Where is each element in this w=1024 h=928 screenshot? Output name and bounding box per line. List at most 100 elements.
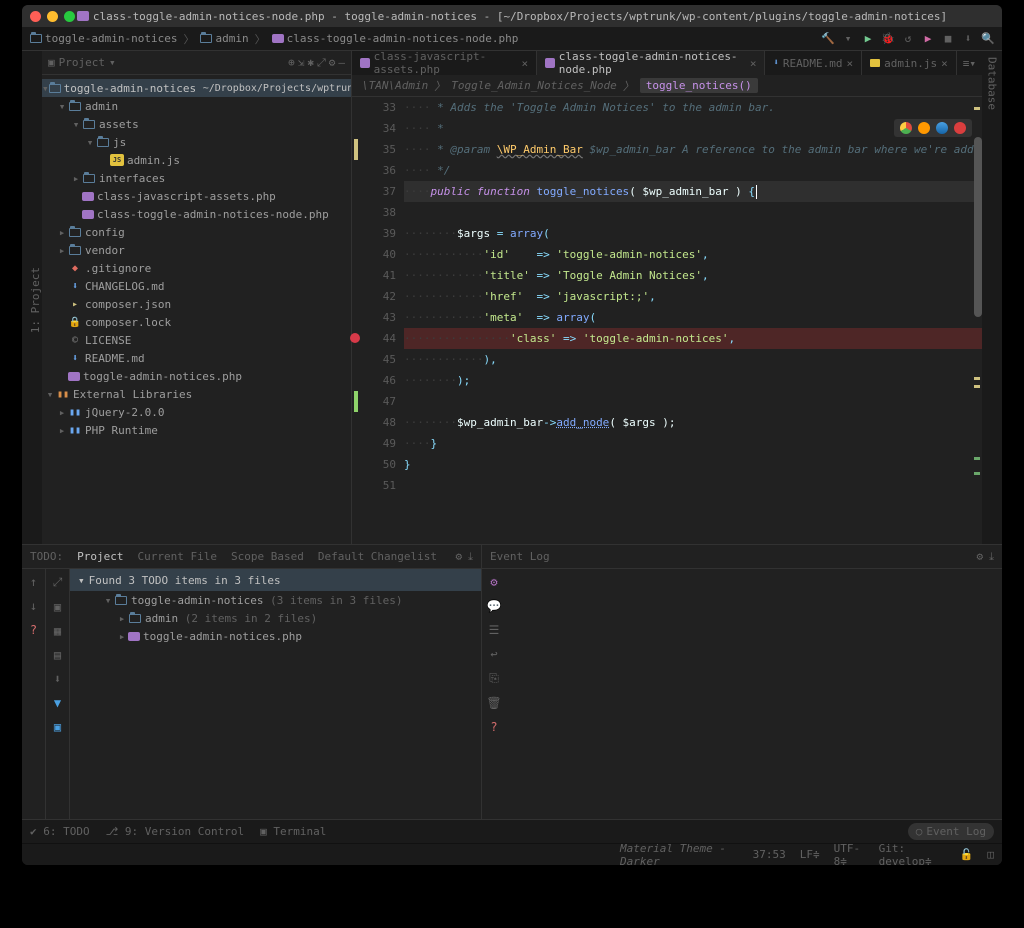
lock-icon[interactable]: 🔓 (960, 848, 974, 861)
tree-root[interactable]: ▾toggle-admin-notices ~/Dropbox/Projects… (42, 79, 351, 97)
tool-project[interactable]: 1: Project (29, 267, 42, 333)
code-content[interactable]: ···· * Adds the 'Toggle Admin Notices' t… (404, 97, 982, 544)
todo-tab-current[interactable]: Current File (137, 550, 216, 563)
firefox-icon[interactable] (918, 122, 930, 134)
config-select[interactable]: ▾ (840, 31, 856, 47)
tree-folder[interactable]: ▸vendor (42, 241, 351, 259)
preview-icon[interactable]: ▤ (54, 648, 61, 662)
close-icon[interactable]: × (750, 57, 757, 70)
gear-icon[interactable]: ⚙ (329, 56, 336, 70)
help-icon[interactable]: ? (490, 720, 497, 734)
tab-vcs[interactable]: ⎇ 9: Version Control (106, 825, 245, 838)
tree-file[interactable]: ◆.gitignore (42, 259, 351, 277)
maximize-window-button[interactable] (64, 11, 75, 22)
tree-file[interactable]: ▸composer.json (42, 295, 351, 313)
todo-tab-changelist[interactable]: Default Changelist (318, 550, 437, 563)
todo-node[interactable]: ▾toggle-admin-notices (3 items in 3 file… (70, 591, 481, 609)
module-icon[interactable]: ▣ (54, 720, 61, 734)
trash-icon[interactable]: 🗑 (486, 696, 501, 710)
search-everywhere-button[interactable]: 🔍 (980, 31, 996, 47)
stop-icon[interactable]: ■ (940, 31, 956, 47)
tree-folder[interactable]: ▸▮▮PHP Runtime (42, 421, 351, 439)
copy-icon[interactable]: ⎘ (489, 671, 499, 686)
tab-todo[interactable]: ✔ 6: TODO (30, 825, 90, 838)
tree-file[interactable]: ⬇CHANGELOG.md (42, 277, 351, 295)
tree-file[interactable]: ⬇README.md (42, 349, 351, 367)
scroll-to-source-icon[interactable]: ⊕ (288, 56, 295, 70)
minimize-window-button[interactable] (47, 11, 58, 22)
breadcrumb-class[interactable]: Toggle_Admin_Notices_Node (451, 79, 617, 92)
tree-folder[interactable]: ▸interfaces (42, 169, 351, 187)
tree-folder[interactable]: ▸▮▮jQuery-2.0.0 (42, 403, 351, 421)
todo-summary[interactable]: ▾Found 3 TODO items in 3 files (70, 569, 481, 591)
hide-icon[interactable]: ⤓ (468, 550, 473, 564)
todo-tab-project[interactable]: Project (77, 550, 123, 563)
breakpoint-icon[interactable] (350, 333, 360, 343)
gear-icon[interactable]: ⚙ (977, 550, 984, 564)
run-button[interactable]: ▶ (860, 31, 876, 47)
balloon-icon[interactable]: 💬 (487, 599, 502, 613)
down-arrow-icon[interactable]: ↓ (30, 599, 37, 613)
hide-icon[interactable]: ⤓ (989, 550, 994, 564)
close-icon[interactable]: × (941, 57, 948, 70)
breadcrumb-file[interactable]: class-toggle-admin-notices-node.php (270, 32, 521, 45)
browser-icons[interactable] (894, 119, 972, 137)
stop-button[interactable]: ↺ (900, 31, 916, 47)
memory-icon[interactable]: ◫ (987, 848, 994, 861)
tab-terminal[interactable]: ▣ Terminal (260, 825, 326, 838)
soft-wrap-icon[interactable]: ↩ (490, 647, 497, 661)
tree-file[interactable]: ©LICENSE (42, 331, 351, 349)
scrollbar[interactable] (974, 137, 982, 317)
scroll-icon[interactable]: ☰ (489, 623, 500, 637)
tree-file[interactable]: class-javascript-assets.php (42, 187, 351, 205)
breadcrumb-folder[interactable]: toggle-admin-notices (28, 32, 179, 45)
theme-name[interactable]: Material Theme - Darker (620, 842, 739, 866)
tree-folder[interactable]: ▾assets (42, 115, 351, 133)
tab-file[interactable]: class-toggle-admin-notices-node.php× (537, 51, 765, 75)
todo-tab-scope[interactable]: Scope Based (231, 550, 304, 563)
opera-icon[interactable] (954, 122, 966, 134)
safari-icon[interactable] (936, 122, 948, 134)
tab-file[interactable]: ⬇README.md× (765, 51, 862, 75)
git-branch[interactable]: Git: develop≑ (879, 842, 946, 866)
log-content[interactable] (506, 569, 1002, 819)
group-icon[interactable]: ▦ (54, 624, 61, 638)
tree-file[interactable]: class-toggle-admin-notices-node.php (42, 205, 351, 223)
autoscroll-icon[interactable]: ▣ (54, 600, 61, 614)
tab-file[interactable]: admin.js× (862, 51, 957, 75)
code-editor[interactable]: 33 34 35 36 37 38 39 40 41 42 43 44 45 4… (352, 97, 982, 544)
todo-node[interactable]: ▸admin (2 items in 2 files) (70, 609, 481, 627)
breadcrumb-function[interactable]: toggle_notices() (640, 78, 758, 93)
chrome-icon[interactable] (900, 122, 912, 134)
gear-icon[interactable]: ⚙ (456, 550, 463, 564)
sidebar-view-select[interactable]: ▣Project▾ (48, 56, 116, 69)
tree-folder[interactable]: ▸config (42, 223, 351, 241)
line-ending[interactable]: LF≑ (800, 848, 820, 861)
menu-icon[interactable]: ≡▾ (963, 57, 976, 70)
tree-folder[interactable]: ▾js (42, 133, 351, 151)
tree-folder[interactable]: ▾admin (42, 97, 351, 115)
filter-icon[interactable]: ▼ (54, 696, 61, 710)
tree-file[interactable]: toggle-admin-notices.php (42, 367, 351, 385)
breadcrumb-folder[interactable]: admin (198, 32, 250, 45)
up-arrow-icon[interactable]: ↑ (30, 575, 37, 589)
export-icon[interactable]: ⬇ (54, 672, 61, 686)
breadcrumb-namespace[interactable]: \TAN\Admin (362, 79, 428, 92)
tree-folder[interactable]: ▾▮▮External Libraries (42, 385, 351, 403)
tree-file[interactable]: JSadmin.js (42, 151, 351, 169)
close-icon[interactable]: × (847, 57, 854, 70)
encoding[interactable]: UTF-8≑ (834, 842, 865, 866)
debug-button[interactable]: 🐞 (880, 31, 896, 47)
todo-node[interactable]: ▸toggle-admin-notices.php (70, 627, 481, 645)
hide-icon[interactable]: ⤢ (317, 56, 326, 70)
cursor-position[interactable]: 37:53 (753, 848, 786, 861)
help-icon[interactable]: ? (30, 623, 37, 637)
gear-icon[interactable]: ⚙ (490, 575, 497, 589)
close-window-button[interactable] (30, 11, 41, 22)
tab-file[interactable]: class-javascript-assets.php× (352, 51, 537, 75)
tool-database[interactable]: Database (986, 57, 999, 110)
coverage-button[interactable]: ▶ (920, 31, 936, 47)
minimize-icon[interactable]: — (338, 56, 345, 70)
collapse-all-icon[interactable]: ⇲ (298, 56, 305, 70)
expand-icon[interactable]: ⤢ (53, 575, 63, 590)
